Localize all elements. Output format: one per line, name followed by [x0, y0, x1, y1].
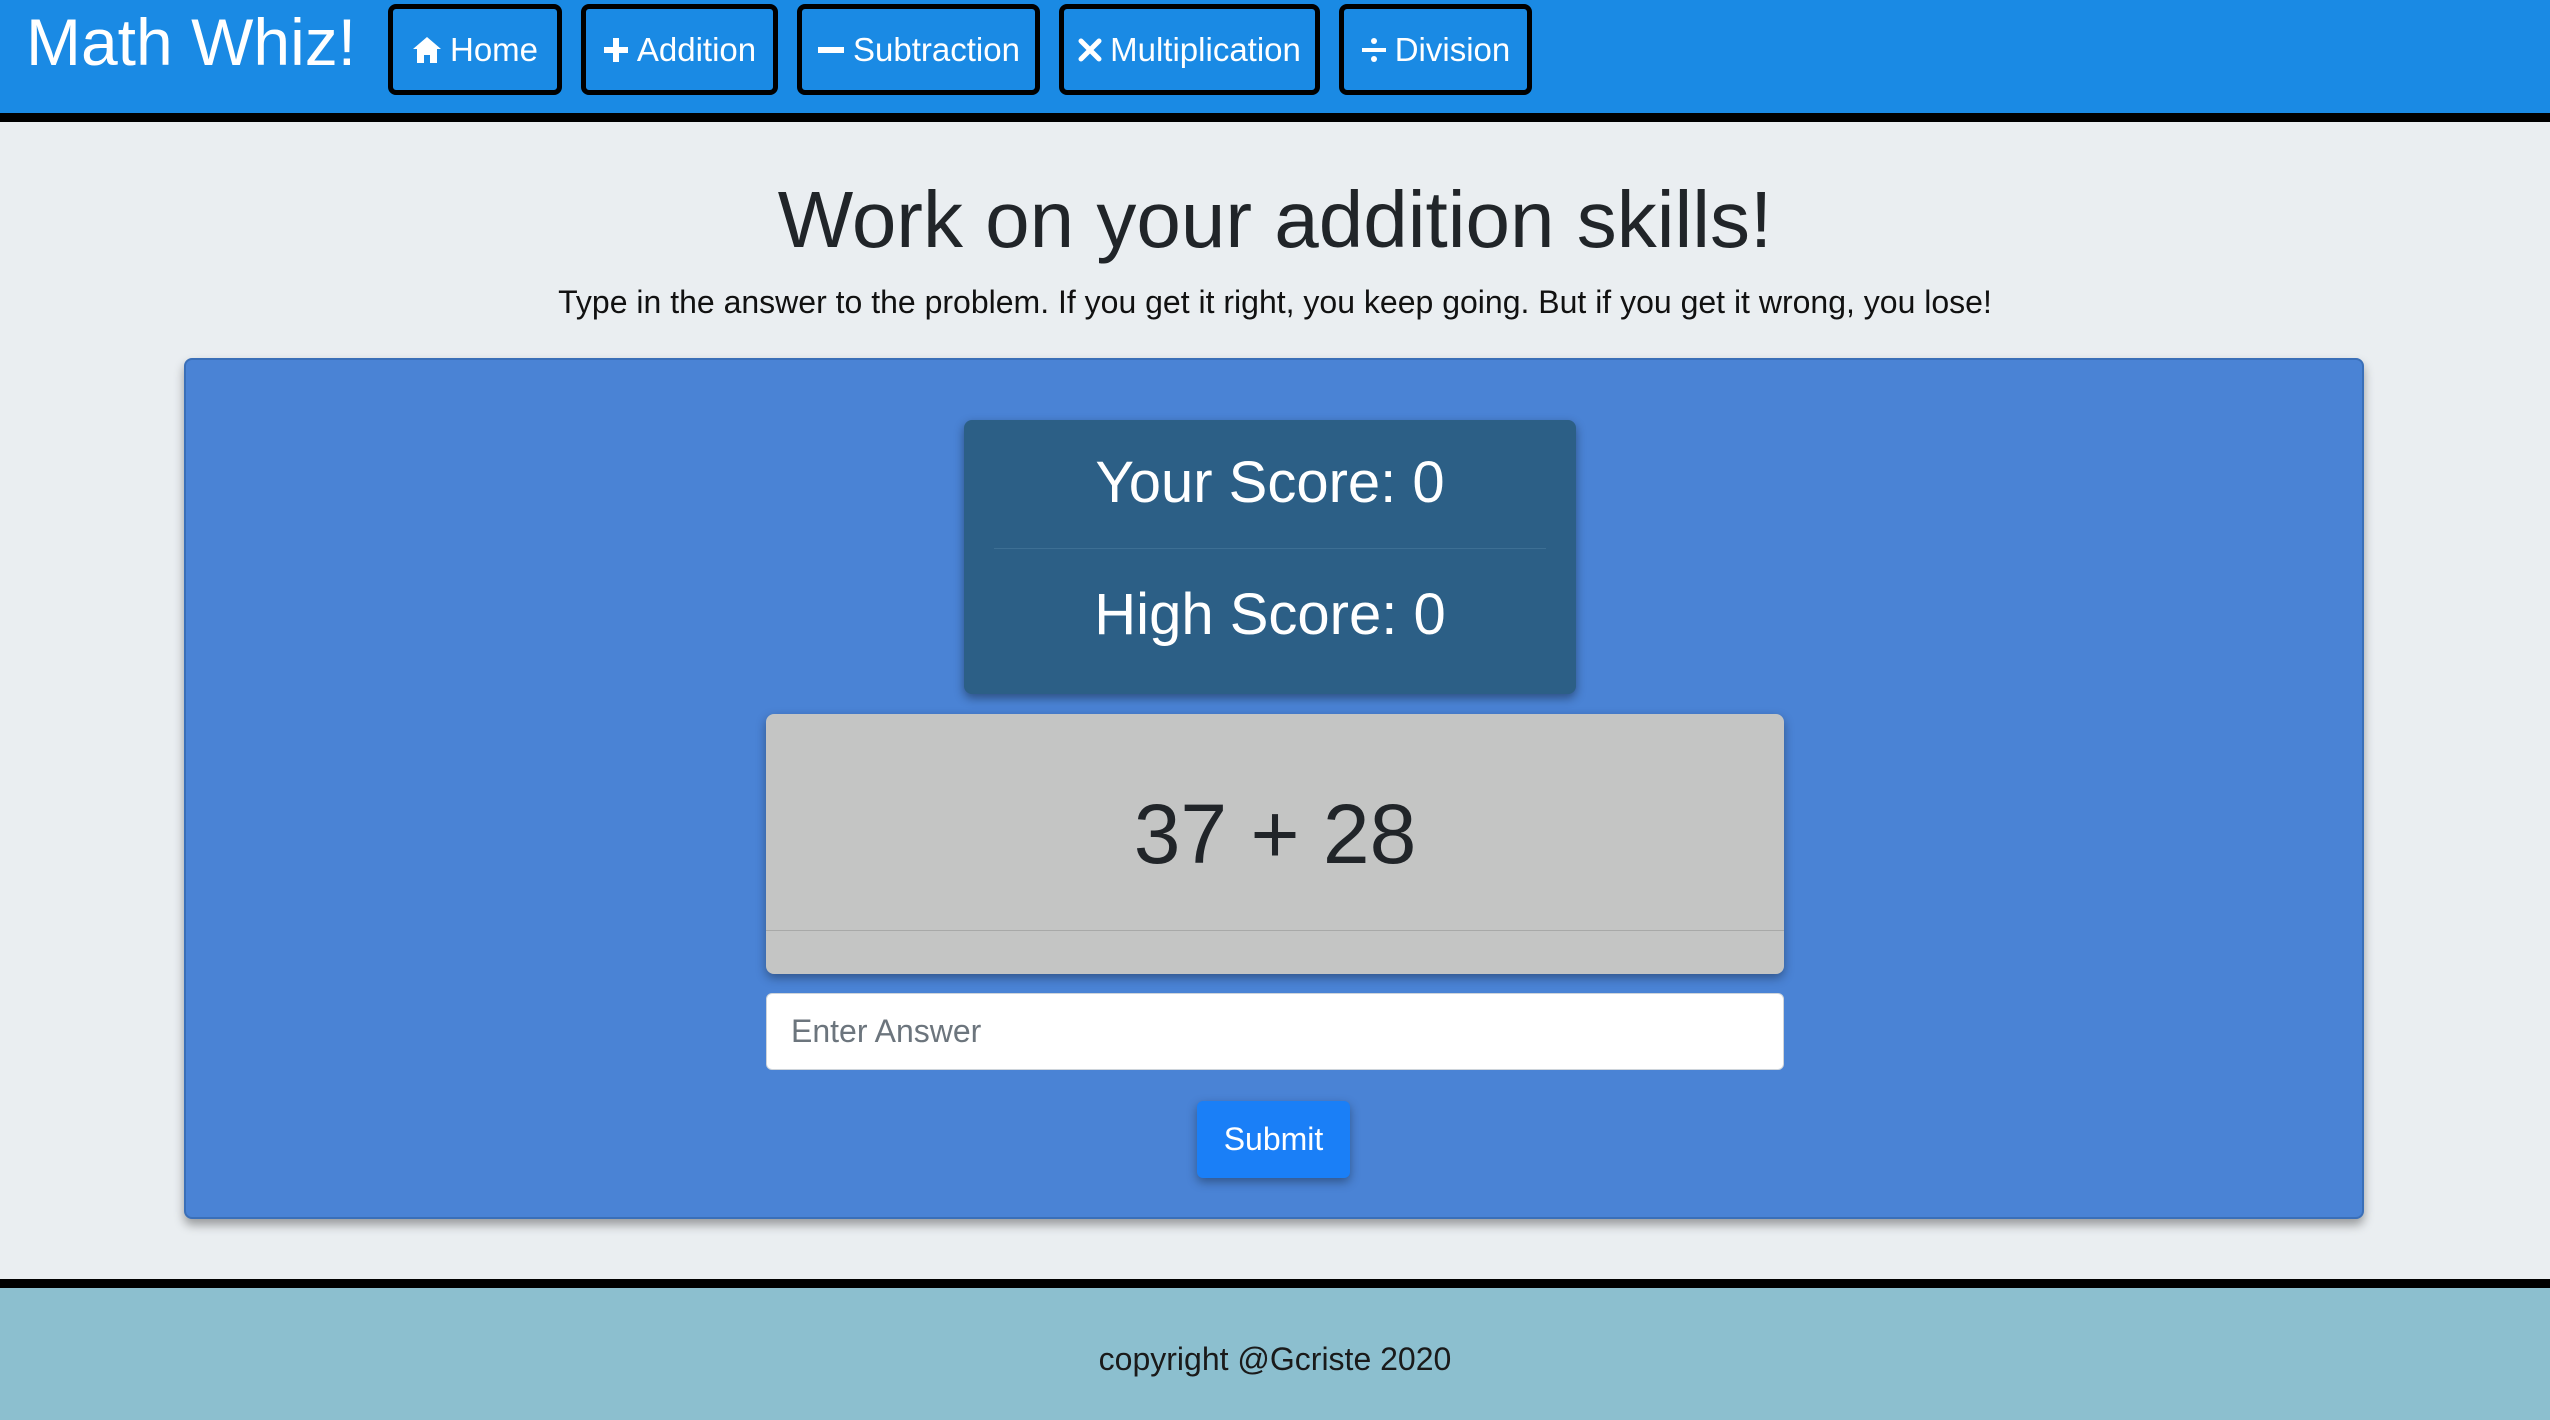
- times-icon: [1078, 38, 1102, 62]
- nav-home-label: Home: [449, 30, 539, 68]
- navbar: Math Whiz! Home Addition Subtraction Mul…: [0, 0, 2550, 122]
- plus-icon: [603, 37, 629, 63]
- minus-icon: [817, 37, 845, 63]
- instructions-text: Type in the answer to the problem. If yo…: [558, 284, 1992, 320]
- nav-subtraction-button[interactable]: Subtraction: [797, 4, 1040, 95]
- nav-multiplication-button[interactable]: Multiplication: [1059, 4, 1320, 95]
- problem-card-divider: [766, 930, 1784, 931]
- nav-addition-button[interactable]: Addition: [581, 4, 778, 95]
- nav-division-button[interactable]: Division: [1339, 4, 1532, 95]
- nav-division-label: Division: [1394, 30, 1511, 68]
- nav-multiplication-label: Multiplication: [1110, 30, 1301, 68]
- nav-addition-label: Addition: [636, 30, 757, 68]
- divide-icon: [1361, 36, 1387, 64]
- problem-card: 37 + 28: [766, 714, 1784, 974]
- score-divider: [994, 548, 1546, 549]
- answer-input[interactable]: [766, 993, 1784, 1070]
- home-icon: [412, 36, 442, 64]
- your-score: Your Score: 0: [1095, 450, 1445, 515]
- problem-expression: 37 + 28: [1133, 787, 1417, 881]
- copyright-text: copyright @Gcriste 2020: [1098, 1341, 1452, 1377]
- high-score: High Score: 0: [1094, 582, 1446, 647]
- brand-title[interactable]: Math Whiz!: [26, 6, 356, 78]
- submit-button[interactable]: Submit: [1197, 1101, 1350, 1178]
- footer: copyright @Gcriste 2020: [0, 1279, 2550, 1420]
- score-card: Your Score: 0 High Score: 0: [964, 420, 1576, 694]
- nav-home-button[interactable]: Home: [388, 4, 562, 95]
- page-title: Work on your addition skills!: [777, 175, 1773, 264]
- nav-subtraction-label: Subtraction: [853, 30, 1020, 68]
